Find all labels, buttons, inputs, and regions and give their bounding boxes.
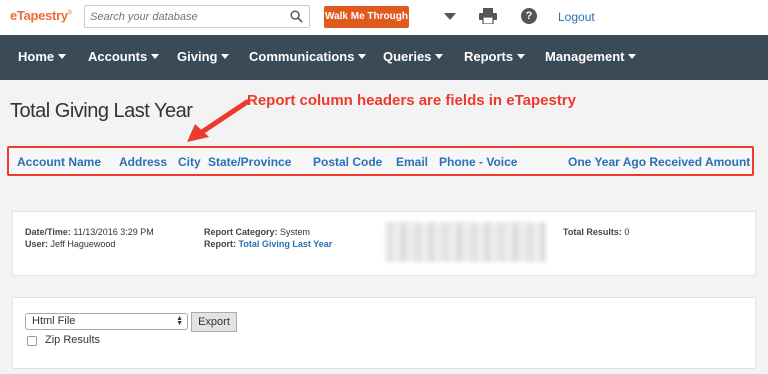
user-label: User: (25, 239, 49, 249)
datetime-value: 11/13/2016 3:29 PM (73, 227, 154, 237)
redacted-organization-info (386, 222, 546, 262)
nav-queries-label: Queries (383, 49, 432, 64)
category-label: Report Category: (204, 227, 278, 237)
nav-management-label: Management (545, 49, 625, 64)
nav-reports-label: Reports (464, 49, 514, 64)
chevron-down-icon (358, 54, 367, 59)
column-phone-voice[interactable]: Phone - Voice (439, 155, 517, 169)
chevron-down-icon (435, 54, 444, 59)
annotation-arrow-icon (187, 99, 250, 142)
total-results: Total Results: 0 (563, 226, 629, 238)
nav-communications[interactable]: Communications (249, 49, 367, 64)
zip-results-checkbox[interactable] (27, 336, 37, 346)
help-icon[interactable]: ? (521, 8, 537, 24)
column-postal-code[interactable]: Postal Code (313, 155, 382, 169)
total-results-label: Total Results: (563, 227, 622, 237)
nav-accounts[interactable]: Accounts (88, 49, 160, 64)
print-icon[interactable] (479, 8, 497, 24)
main-nav: Home Accounts Giving Communications Quer… (0, 35, 768, 80)
chevron-down-icon (517, 54, 526, 59)
report-name-link[interactable]: Total Giving Last Year (239, 239, 333, 249)
export-card (12, 297, 756, 369)
nav-accounts-label: Accounts (88, 49, 148, 64)
report-category-info: Report Category: System Report: Total Gi… (204, 226, 332, 250)
nav-giving[interactable]: Giving (177, 49, 230, 64)
chevron-down-icon (151, 54, 160, 59)
datetime-label: Date/Time: (25, 227, 71, 237)
report-datetime-user: Date/Time: 11/13/2016 3:29 PM User: Jeff… (25, 226, 154, 250)
chevron-down-icon (628, 54, 637, 59)
nav-home-label: Home (18, 49, 55, 64)
user-value: Jeff Haguewood (50, 239, 116, 249)
column-one-year-ago-received-amount[interactable]: One Year Ago Received Amount (568, 155, 750, 169)
column-email[interactable]: Email (396, 155, 428, 169)
export-format-value: Html File (32, 315, 76, 327)
page-title: Total Giving Last Year (10, 100, 193, 122)
nav-reports[interactable]: Reports (464, 49, 526, 64)
annotation-text: Report column headers are fields in eTap… (247, 92, 576, 109)
select-arrows-icon: ▲ ▼ (176, 315, 183, 327)
column-state-province[interactable]: State/Province (208, 155, 291, 169)
search-input[interactable] (90, 9, 280, 25)
export-button[interactable]: Export (191, 312, 237, 332)
total-results-value: 0 (624, 227, 630, 237)
search-icon[interactable] (290, 10, 303, 23)
walk-me-through-button[interactable]: Walk Me Through (324, 6, 409, 28)
zip-results-label: Zip Results (45, 334, 101, 346)
top-bar: eTapestry® Walk Me Through ? Logout (0, 0, 768, 35)
column-city[interactable]: City (178, 155, 201, 169)
dropdown-caret-icon[interactable] (444, 13, 456, 20)
column-account-name[interactable]: Account Name (17, 155, 101, 169)
category-value: System (280, 227, 311, 237)
report-label: Report: (204, 239, 236, 249)
nav-management[interactable]: Management (545, 49, 637, 64)
report-column-headers: Account Name Address City State/Province… (7, 146, 754, 176)
etapestry-logo[interactable]: eTapestry® (10, 8, 72, 23)
search-box (84, 5, 310, 28)
logout-link[interactable]: Logout (558, 10, 595, 24)
chevron-down-icon (221, 54, 230, 59)
export-format-select[interactable]: Html File ▲ ▼ (25, 313, 188, 330)
nav-queries[interactable]: Queries (383, 49, 444, 64)
nav-giving-label: Giving (177, 49, 218, 64)
nav-home[interactable]: Home (18, 49, 67, 64)
column-address[interactable]: Address (119, 155, 167, 169)
nav-communications-label: Communications (249, 49, 355, 64)
chevron-down-icon (58, 54, 67, 59)
